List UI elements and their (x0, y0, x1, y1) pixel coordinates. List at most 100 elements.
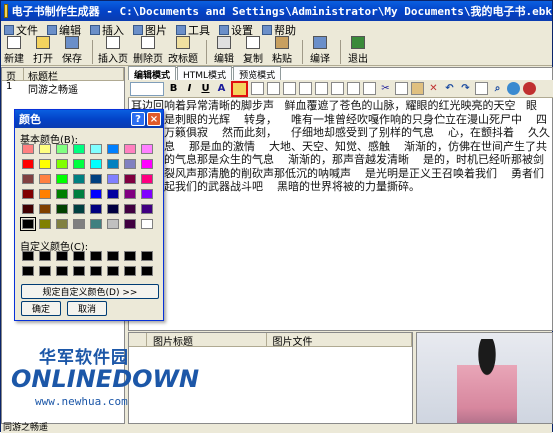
ordered-list-icon[interactable] (315, 82, 328, 95)
color-swatch[interactable] (107, 189, 119, 199)
color-swatch[interactable] (141, 189, 153, 199)
ok-button[interactable]: 确定 (21, 301, 61, 316)
color-swatch[interactable] (124, 204, 136, 214)
color-swatch[interactable] (39, 174, 51, 184)
exit-button[interactable]: 退出 (345, 36, 371, 65)
color-swatch[interactable] (56, 219, 68, 229)
color-swatch[interactable] (90, 144, 102, 154)
color-swatch[interactable] (20, 217, 36, 231)
color-swatch[interactable] (141, 144, 153, 154)
custom-color-swatch[interactable] (73, 251, 85, 261)
copy-format-icon[interactable] (395, 82, 408, 95)
align-left-icon[interactable] (251, 82, 264, 95)
cancel-button[interactable]: 取消 (67, 301, 107, 316)
color-swatch[interactable] (39, 219, 51, 229)
custom-color-swatch[interactable] (124, 266, 136, 276)
compile-button[interactable]: 编译 (307, 36, 333, 65)
align-center-icon[interactable] (267, 82, 280, 95)
color-swatch[interactable] (107, 144, 119, 154)
web-link-icon[interactable] (507, 82, 520, 95)
color-swatch[interactable] (56, 204, 68, 214)
underline-button[interactable]: U (199, 82, 212, 95)
color-swatch[interactable] (56, 144, 68, 154)
tab-preview-mode[interactable]: 预览模式 (233, 66, 282, 81)
custom-color-swatch[interactable] (90, 266, 102, 276)
color-swatch[interactable] (73, 144, 85, 154)
color-swatch[interactable] (73, 219, 85, 229)
color-swatch[interactable] (39, 189, 51, 199)
highlight-color-icon[interactable] (231, 80, 248, 97)
color-swatch[interactable] (107, 159, 119, 169)
color-swatch[interactable] (141, 204, 153, 214)
color-swatch[interactable] (56, 174, 68, 184)
font-color-button[interactable]: A (215, 82, 228, 95)
column-header-page[interactable]: 页 (2, 68, 24, 83)
color-swatch[interactable] (90, 204, 102, 214)
help-icon[interactable]: ? (131, 112, 145, 126)
color-swatch[interactable] (22, 189, 34, 199)
italic-button[interactable]: I (183, 82, 196, 95)
custom-color-swatch[interactable] (22, 251, 34, 261)
color-swatch[interactable] (73, 174, 85, 184)
insert-page-button[interactable]: 插入页 (97, 36, 129, 65)
indent-icon[interactable] (363, 82, 376, 95)
find-icon[interactable]: ⌕ (491, 82, 504, 95)
redo-icon[interactable]: ↷ (459, 82, 472, 95)
close-icon[interactable]: × (147, 112, 161, 126)
no-link-icon[interactable] (523, 82, 536, 95)
new-button[interactable]: 新建 (1, 36, 27, 65)
color-swatch[interactable] (22, 159, 34, 169)
title-bar[interactable]: 电子书制作生成器 - C:\Documents and Settings\Adm… (1, 1, 552, 21)
rename-title-button[interactable]: 改标题 (167, 36, 199, 65)
save-button[interactable]: 保存 (59, 36, 85, 65)
justify-icon[interactable] (299, 82, 312, 95)
outdent-icon[interactable] (347, 82, 360, 95)
color-swatch[interactable] (124, 174, 136, 184)
custom-color-swatch[interactable] (141, 251, 153, 261)
color-swatch[interactable] (73, 159, 85, 169)
define-custom-colors-button[interactable]: 规定自定义颜色(D) >> (21, 284, 159, 299)
custom-color-swatch[interactable] (39, 266, 51, 276)
color-swatch[interactable] (90, 219, 102, 229)
column-header-image-file[interactable]: 图片文件 (267, 333, 412, 348)
color-swatch[interactable] (56, 189, 68, 199)
color-swatch[interactable] (22, 204, 34, 214)
custom-color-swatch[interactable] (107, 266, 119, 276)
custom-color-swatch[interactable] (124, 251, 136, 261)
delete-page-button[interactable]: 删除页 (132, 36, 164, 65)
color-swatch[interactable] (73, 204, 85, 214)
color-swatch[interactable] (39, 144, 51, 154)
color-swatch[interactable] (107, 174, 119, 184)
custom-color-swatch[interactable] (107, 251, 119, 261)
color-swatch[interactable] (39, 159, 51, 169)
color-swatch[interactable] (90, 189, 102, 199)
undo-icon[interactable]: ↶ (443, 82, 456, 95)
custom-color-swatch[interactable] (39, 251, 51, 261)
editor-content[interactable]: 耳边回响着异常清晰的脚步声 鲜血覆遮了苍色的山脉，耀眼的红光映亮的天空 眼前，满… (131, 99, 551, 329)
table-icon[interactable] (475, 82, 488, 95)
tab-edit-mode[interactable]: 编辑模式 (128, 66, 177, 81)
color-swatch[interactable] (141, 159, 153, 169)
custom-color-swatch[interactable] (22, 266, 34, 276)
bold-button[interactable]: B (167, 82, 180, 95)
color-swatch[interactable] (141, 174, 153, 184)
edit-button[interactable]: 编辑 (211, 36, 237, 65)
color-swatch[interactable] (124, 189, 136, 199)
custom-color-swatch[interactable] (56, 251, 68, 261)
paste-button[interactable]: 粘贴 (269, 36, 295, 65)
copy-button[interactable]: 复制 (240, 36, 266, 65)
color-swatch[interactable] (141, 219, 153, 229)
bullet-list-icon[interactable] (331, 82, 344, 95)
column-header-title[interactable]: 标题栏 (24, 68, 124, 83)
color-swatch[interactable] (90, 174, 102, 184)
color-swatch[interactable] (90, 159, 102, 169)
color-swatch[interactable] (124, 219, 136, 229)
color-swatch[interactable] (107, 204, 119, 214)
color-dialog-titlebar[interactable]: 颜色 ? × (15, 110, 163, 128)
color-swatch[interactable] (124, 144, 136, 154)
custom-color-swatch[interactable] (141, 266, 153, 276)
custom-color-swatch[interactable] (90, 251, 102, 261)
cut-icon[interactable]: ✂ (379, 82, 392, 95)
color-swatch[interactable] (22, 174, 34, 184)
color-swatch[interactable] (22, 144, 34, 154)
